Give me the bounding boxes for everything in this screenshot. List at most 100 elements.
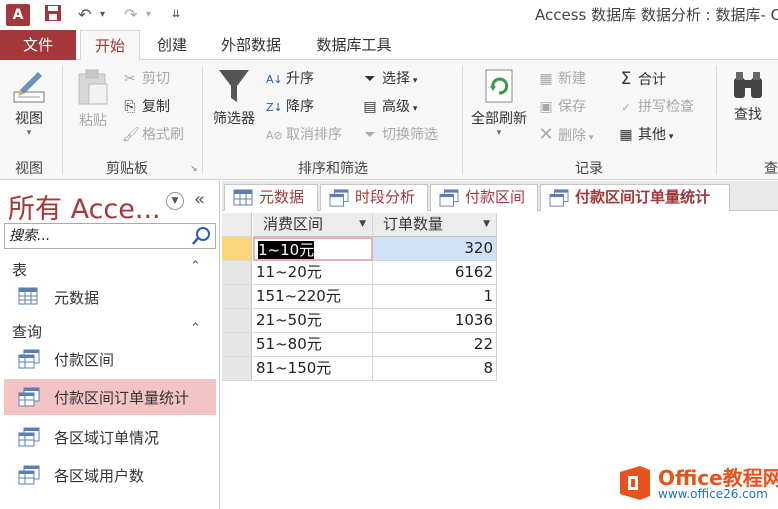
view-button[interactable]: 视图 ▾ <box>6 68 52 138</box>
paste-button[interactable]: 粘贴 <box>72 68 114 130</box>
tab-home[interactable]: 开始 <box>80 30 140 61</box>
delete-label: 删除 <box>558 128 586 144</box>
table-cell[interactable]: 22 <box>373 333 497 357</box>
select-all-corner[interactable] <box>222 213 252 237</box>
title-bar: A ↶ ▾ ↷ ▾ ⇊ Access 数据库 数据分析 : 数据库- C <box>0 0 778 30</box>
customize-icon[interactable]: ⇊ <box>172 4 180 26</box>
remove-sort-button[interactable]: A⊘ 取消排序 <box>266 124 342 146</box>
column-header-order-count[interactable]: 订单数量 ▼ <box>373 213 497 237</box>
nav-search-box <box>4 223 216 249</box>
nav-section-queries[interactable]: 查询 ⌃ <box>0 319 218 343</box>
save-icon[interactable] <box>44 4 62 26</box>
column-dropdown-icon[interactable]: ▼ <box>359 213 366 236</box>
nav-item-query-payment-range[interactable]: 付款区间 <box>4 341 216 377</box>
save-record-button[interactable]: ▣ 保存 <box>538 96 586 118</box>
nav-item-label: 各区域用户数 <box>54 467 145 485</box>
totals-button[interactable]: Σ 合计 <box>618 68 666 90</box>
save-record-icon: ▣ <box>539 99 553 115</box>
row-selector[interactable] <box>222 357 252 381</box>
column-dropdown-icon[interactable]: ▼ <box>483 213 490 236</box>
search-icon[interactable] <box>191 226 213 246</box>
redo-dropdown-icon[interactable]: ▾ <box>146 4 151 26</box>
undo-icon[interactable]: ↶ <box>78 4 91 26</box>
undo-dropdown-icon[interactable]: ▾ <box>100 4 105 26</box>
table-cell[interactable]: 21~50元 <box>253 309 373 333</box>
row-selector[interactable] <box>222 333 252 357</box>
doc-tab-payment-range[interactable]: 付款区间 <box>430 184 538 211</box>
column-header-range[interactable]: 消费区间 ▼ <box>253 213 373 237</box>
tab-external-data[interactable]: 外部数据 <box>206 30 296 60</box>
row-selector[interactable] <box>222 309 252 333</box>
cut-button[interactable]: ✂ 剪切 <box>122 68 170 90</box>
collapse-pane-icon[interactable]: « <box>194 189 205 210</box>
table-cell[interactable]: 1 <box>373 285 497 309</box>
table-cell[interactable]: 8 <box>373 357 497 381</box>
table-cell[interactable]: 320 <box>373 237 497 261</box>
tab-database-tools[interactable]: 数据库工具 <box>302 30 406 60</box>
paste-label: 粘贴 <box>79 113 107 129</box>
table-cell[interactable]: 1036 <box>373 309 497 333</box>
column-header-label: 消费区间 <box>263 215 324 233</box>
toggle-filter-button[interactable]: ⏷ 切换筛选 <box>362 124 438 146</box>
save-label: 保存 <box>558 99 586 115</box>
nav-section-label: 查询 <box>12 323 43 341</box>
nav-item-label: 各区域订单情况 <box>54 429 160 447</box>
advanced-button[interactable]: ▤ 高级 ▾ <box>362 96 417 118</box>
nav-pane-title[interactable]: 所有 Acce... <box>8 187 161 226</box>
nav-item-query-region-users[interactable]: 各区域用户数 <box>4 457 216 493</box>
access-app-icon[interactable]: A <box>6 4 30 26</box>
funnel-icon <box>219 70 249 102</box>
doc-tab-time-analysis[interactable]: 时段分析 <box>320 184 428 211</box>
nav-section-label: 表 <box>12 261 28 279</box>
binoculars-icon <box>734 72 762 98</box>
document-tabs: 元数据 时段分析 付款区间 付款区间订单量统计 <box>222 181 778 212</box>
table-cell[interactable]: 6162 <box>373 261 497 285</box>
delete-x-icon: ✕ <box>538 124 554 145</box>
group-label-clipboard: 剪贴板 <box>106 161 148 177</box>
format-painter-button[interactable]: 🖌 格式刷 <box>122 124 184 146</box>
table-cell[interactable]: 51~80元 <box>253 333 373 357</box>
sort-ascending-button[interactable]: A↓ 升序 <box>266 68 314 90</box>
sort-descending-button[interactable]: Z↓ 降序 <box>266 96 314 118</box>
doc-tab-payment-range-order-stats[interactable]: 付款区间订单量统计 <box>540 184 730 212</box>
selection-button[interactable]: ⏷ 选择 ▾ <box>362 68 417 90</box>
advanced-label: 高级 <box>382 99 410 115</box>
table-cell[interactable]: 1~10元 <box>253 237 373 261</box>
nav-item-table-metadata[interactable]: 元数据 <box>4 279 216 315</box>
row-selector[interactable] <box>222 237 252 261</box>
table-cell[interactable]: 81~150元 <box>253 357 373 381</box>
table-cell[interactable]: 11~20元 <box>253 261 373 285</box>
nav-item-query-region-orders[interactable]: 各区域订单情况 <box>4 419 216 455</box>
find-label: 查找 <box>734 107 762 123</box>
redo-icon[interactable]: ↷ <box>124 4 137 26</box>
nav-search-input[interactable] <box>5 224 185 248</box>
refresh-all-label: 全部刷新 <box>471 111 527 127</box>
row-selector[interactable] <box>222 261 252 285</box>
row-selector[interactable] <box>222 285 252 309</box>
paste-icon <box>78 69 108 105</box>
new-record-icon: ▦ <box>539 71 553 87</box>
doc-tab-metadata[interactable]: 元数据 <box>224 184 318 211</box>
copy-button[interactable]: ⎘ 复制 <box>122 96 170 118</box>
advanced-filter-icon: ▤ <box>363 99 377 115</box>
clipboard-launcher-icon[interactable]: ↘ <box>190 164 198 174</box>
filter-button[interactable]: 筛选器 <box>208 68 260 128</box>
delete-record-button[interactable]: ✕ 删除 ▾ <box>538 124 593 146</box>
nav-section-tables[interactable]: 表 ⌃ <box>0 257 218 281</box>
group-label-records: 记录 <box>575 161 603 177</box>
nav-menu-chevron-icon[interactable]: ▼ <box>166 192 184 210</box>
refresh-all-button[interactable]: 全部刷新 ▾ <box>466 68 532 138</box>
spelling-button[interactable]: ✓ 拼写检查 <box>618 96 694 118</box>
watermark: Office教程网 www.office26.com <box>612 460 778 508</box>
table-cell[interactable]: 151~220元 <box>253 285 373 309</box>
more-button[interactable]: ▦ 其他 ▾ <box>618 124 673 146</box>
nav-item-label: 元数据 <box>54 289 100 307</box>
tab-create[interactable]: 创建 <box>146 30 198 60</box>
sort-descending-icon: Z↓ <box>266 101 283 114</box>
nav-item-query-payment-range-order-stats[interactable]: 付款区间订单量统计 <box>4 379 216 415</box>
tab-file[interactable]: 文件 <box>0 30 76 60</box>
find-button[interactable]: 查找 <box>726 68 770 124</box>
more-grid-icon: ▦ <box>619 127 633 143</box>
view-icon <box>13 72 45 103</box>
new-record-button[interactable]: ▦ 新建 <box>538 68 586 90</box>
